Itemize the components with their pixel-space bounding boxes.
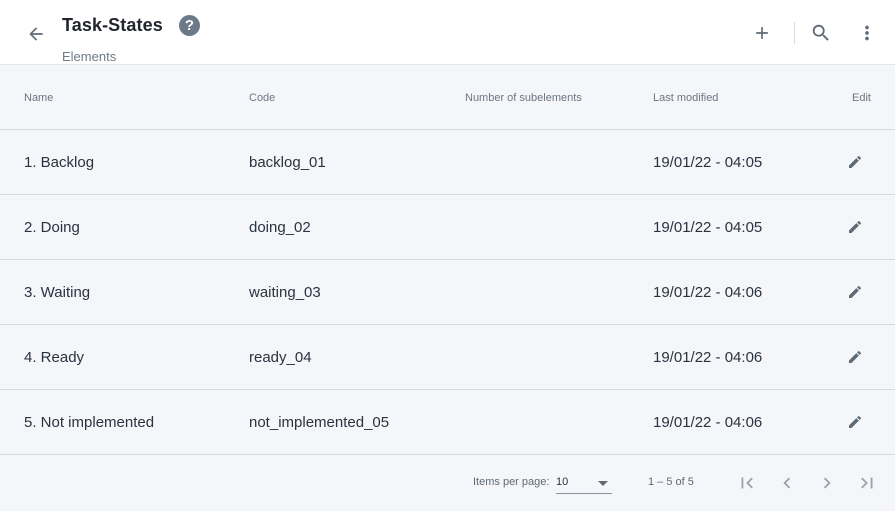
page-subtitle: Elements [62,49,117,64]
column-header-edit: Edit [852,92,871,104]
row-code: backlog_01 [249,154,326,171]
edit-button[interactable] [845,281,865,303]
header-divider [794,22,795,44]
edit-button[interactable] [845,216,865,238]
pencil-icon [849,350,862,363]
first-page-icon [741,477,753,489]
row-name: 5. Not implemented [24,414,155,431]
chevron-left-icon [783,477,791,489]
table-header: Name Code Number of subelements Last mod… [0,65,895,130]
items-per-page-value: 10 [556,476,569,488]
row-last-modified: 19/01/22 - 04:06 [653,414,763,431]
table-row[interactable]: 4. Ready ready_04 19/01/22 - 04:06 [0,325,895,390]
column-header-subelements[interactable]: Number of subelements [465,92,582,104]
back-button[interactable] [22,20,50,48]
table-row[interactable]: 2. Doing doing_02 19/01/22 - 04:05 [0,195,895,260]
row-code: not_implemented_05 [249,414,390,431]
table-row[interactable]: 1. Backlog backlog_01 19/01/22 - 04:05 [0,130,895,195]
pencil-icon [849,285,862,298]
row-name: 3. Waiting [24,284,91,301]
row-last-modified: 19/01/22 - 04:06 [653,349,763,366]
row-name: 2. Doing [24,219,80,236]
row-last-modified: 19/01/22 - 04:06 [653,284,763,301]
next-page-button[interactable] [815,471,839,495]
back-arrow-icon [29,27,43,41]
row-code: doing_02 [249,219,311,236]
paginator: Items per page: 10 1 – 5 of 5 [0,455,895,511]
pencil-icon [849,220,862,233]
row-last-modified: 19/01/22 - 04:05 [653,219,763,236]
edit-button[interactable] [845,151,865,173]
column-header-last-modified[interactable]: Last modified [653,92,718,104]
edit-button[interactable] [845,411,865,433]
chevron-right-icon [823,477,831,489]
plus-icon [756,27,768,39]
help-glyph: ? [184,17,195,34]
more-options-button[interactable] [855,20,879,46]
row-code: waiting_03 [249,284,321,301]
table-row[interactable]: 5. Not implemented not_implemented_05 19… [0,390,895,455]
edit-button[interactable] [845,346,865,368]
search-icon [812,24,829,41]
row-code: ready_04 [249,349,312,366]
items-per-page-select[interactable]: 10 [556,473,612,494]
first-page-button[interactable] [735,471,759,495]
items-per-page-label: Items per page: [473,476,550,488]
add-button[interactable] [750,20,774,46]
table-row[interactable]: 3. Waiting waiting_03 19/01/22 - 04:06 [0,260,895,325]
elements-table: Name Code Number of subelements Last mod… [0,65,895,455]
last-page-button[interactable] [855,471,879,495]
last-page-icon [861,477,873,489]
pencil-icon [849,415,862,428]
page-header: Task-States ? Elements [0,0,895,65]
pencil-icon [849,155,862,168]
more-vert-icon [865,25,869,41]
column-header-name[interactable]: Name [24,92,53,104]
row-name: 1. Backlog [24,154,95,171]
help-icon[interactable]: ? [179,15,200,36]
row-name: 4. Ready [24,349,85,366]
search-button[interactable] [809,20,833,46]
column-header-code[interactable]: Code [249,92,275,104]
row-last-modified: 19/01/22 - 04:05 [653,154,763,171]
page-range-label: 1 – 5 of 5 [648,476,694,488]
previous-page-button[interactable] [775,471,799,495]
page-title: Task-States [62,15,163,35]
dropdown-caret-icon [598,481,608,486]
